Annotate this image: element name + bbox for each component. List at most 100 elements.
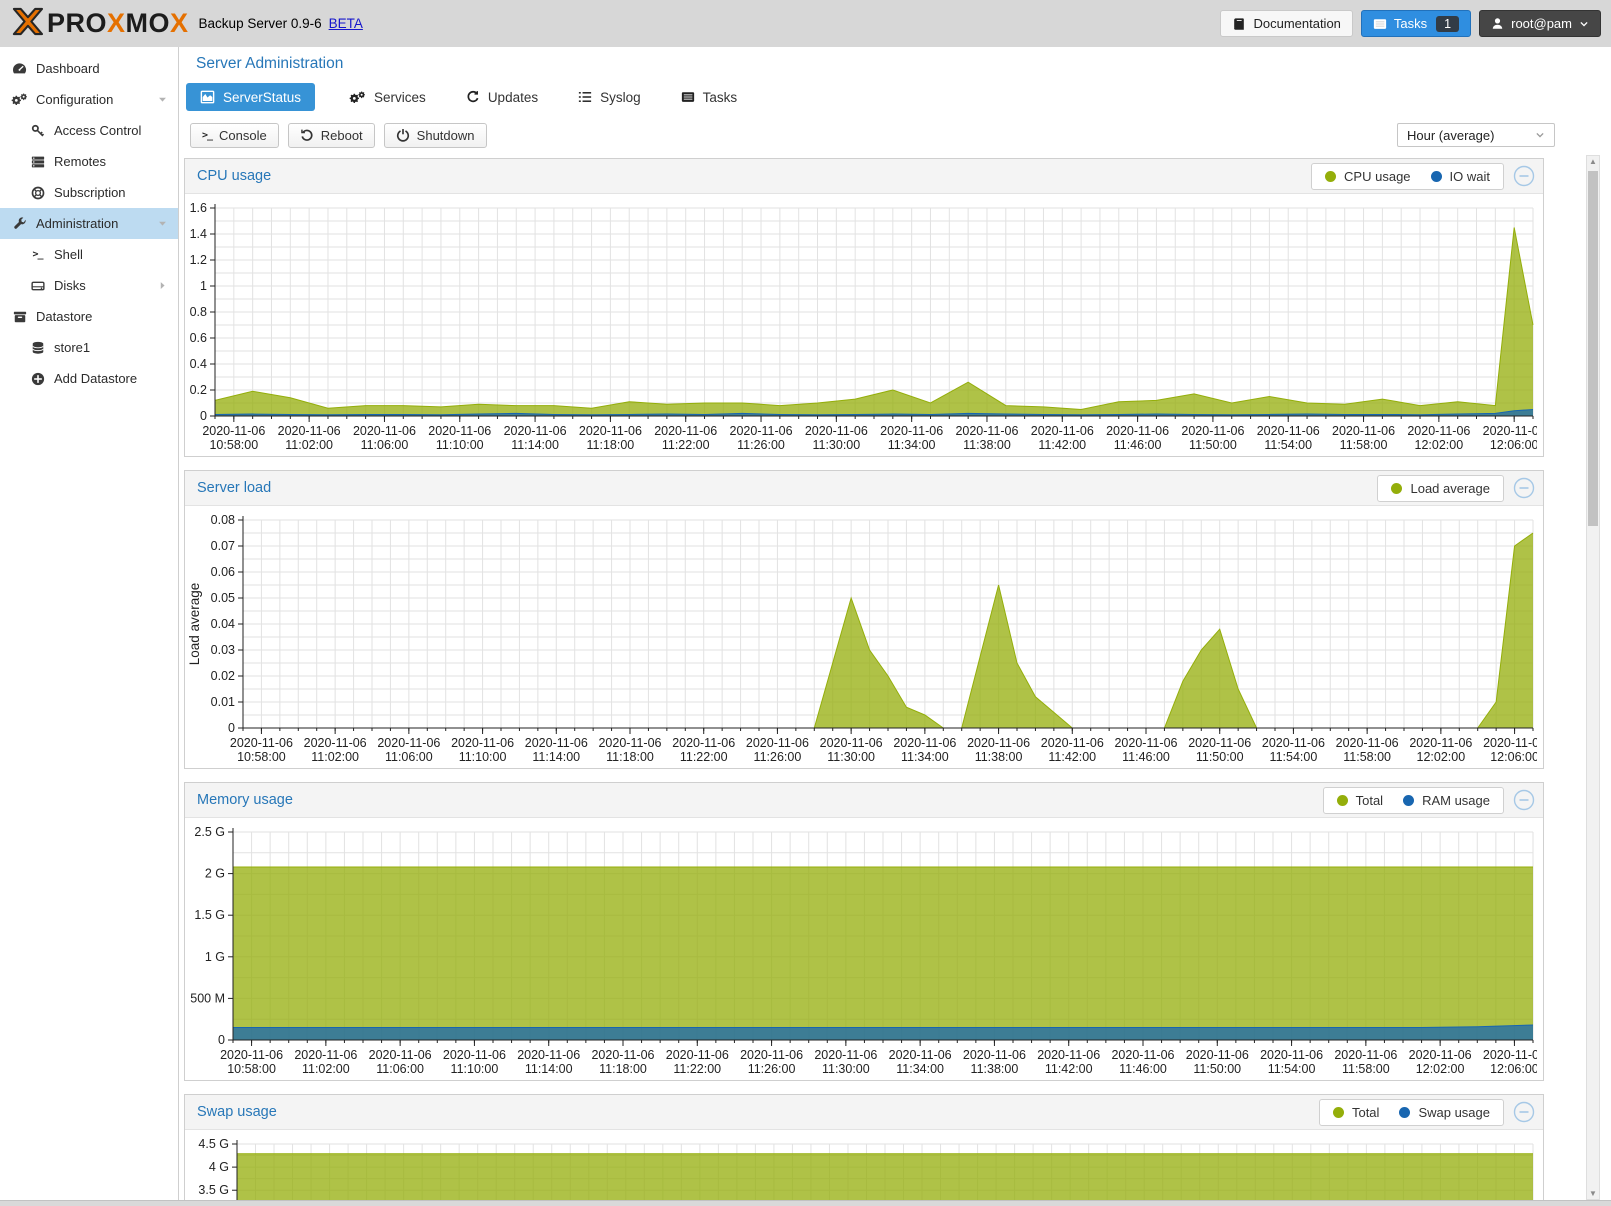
toolbar: >_ Console Reboot Shutdown Hour (average… [190, 122, 1611, 148]
svg-text:11:30:00: 11:30:00 [812, 438, 860, 452]
svg-text:12:06:00: 12:06:00 [1490, 438, 1537, 452]
user-icon [1491, 17, 1504, 30]
svg-text:11:30:00: 11:30:00 [822, 1062, 870, 1076]
sidebar-item-subscription[interactable]: Subscription [0, 177, 178, 208]
svg-text:2020-11-06: 2020-11-06 [967, 736, 1030, 750]
svg-text:2020-11-06: 2020-11-06 [304, 736, 367, 750]
legend-dot [1325, 171, 1336, 182]
scroll-down-arrow-icon[interactable]: ▼ [1587, 1189, 1599, 1198]
sidebar-item-label: Dashboard [36, 61, 100, 76]
svg-text:12:02:00: 12:02:00 [1415, 438, 1464, 452]
legend-item-total[interactable]: Total [1333, 1105, 1379, 1120]
svg-text:11:26:00: 11:26:00 [748, 1062, 796, 1076]
svg-text:2020-11-06: 2020-11-06 [1332, 424, 1395, 438]
legend-item-io-wait[interactable]: IO wait [1431, 169, 1490, 184]
sidebar-item-shell[interactable]: >_ Shell [0, 239, 178, 270]
svg-text:2020-11-06: 2020-11-06 [1181, 424, 1244, 438]
svg-text:11:14:00: 11:14:00 [532, 750, 580, 764]
svg-text:0.8: 0.8 [190, 305, 207, 319]
svg-text:4.5 G: 4.5 G [198, 1138, 229, 1151]
key-icon [28, 124, 47, 138]
sidebar-item-label: Access Control [54, 123, 141, 138]
plus-circle-icon [28, 372, 47, 386]
svg-text:11:42:00: 11:42:00 [1038, 438, 1086, 452]
sidebar-item-remotes[interactable]: Remotes [0, 146, 178, 177]
svg-text:2020-11-06: 2020-11-06 [1409, 1048, 1472, 1062]
svg-text:11:26:00: 11:26:00 [754, 750, 802, 764]
tab-services[interactable]: Services [343, 83, 432, 111]
sidebar-item-label: Subscription [54, 185, 126, 200]
svg-text:2020-11-06: 2020-11-06 [353, 424, 416, 438]
legend-dot [1431, 171, 1442, 182]
swap-usage-panel: Swap usage Total Swap usage 0500 M1 G1.5… [184, 1094, 1544, 1200]
svg-text:11:34:00: 11:34:00 [888, 438, 936, 452]
legend-item-load-average[interactable]: Load average [1391, 481, 1490, 496]
svg-text:11:50:00: 11:50:00 [1196, 750, 1244, 764]
svg-text:2020-11-06: 2020-11-06 [1483, 736, 1537, 750]
panel-header: Swap usage Total Swap usage [185, 1095, 1543, 1130]
sidebar-item-dashboard[interactable]: Dashboard [0, 53, 178, 84]
collapse-panel-button[interactable] [1513, 165, 1535, 187]
book-icon [1232, 17, 1246, 31]
console-button[interactable]: >_ Console [190, 123, 279, 148]
legend-item-ram-usage[interactable]: RAM usage [1403, 793, 1490, 808]
reboot-button[interactable]: Reboot [288, 123, 375, 148]
legend-item-cpu-usage[interactable]: CPU usage [1325, 169, 1410, 184]
documentation-button[interactable]: Documentation [1220, 10, 1352, 37]
tab-tasks[interactable]: Tasks [675, 83, 744, 111]
sidebar-item-datastore[interactable]: Datastore [0, 301, 178, 332]
svg-text:1 G: 1 G [205, 950, 225, 964]
sidebar-item-access-control[interactable]: Access Control [0, 115, 178, 146]
legend-dot [1403, 795, 1414, 806]
proxmox-logo: PROXMOX [10, 7, 189, 41]
shutdown-button[interactable]: Shutdown [384, 123, 487, 148]
sidebar-item-administration[interactable]: Administration [0, 208, 178, 239]
svg-text:2020-11-06: 2020-11-06 [1041, 736, 1104, 750]
svg-text:12:02:00: 12:02:00 [1417, 750, 1466, 764]
svg-text:11:02:00: 11:02:00 [285, 438, 333, 452]
tasks-button[interactable]: Tasks 1 [1361, 10, 1471, 37]
sidebar-item-label: Shell [54, 247, 83, 262]
tab-syslog[interactable]: Syslog [572, 83, 647, 111]
tab-updates[interactable]: Updates [460, 83, 544, 111]
svg-text:10:58:00: 10:58:00 [227, 1062, 276, 1076]
user-menu-button[interactable]: root@pam [1479, 10, 1601, 37]
svg-text:2020-11-06: 2020-11-06 [1262, 736, 1325, 750]
svg-text:2020-11-06: 2020-11-06 [893, 736, 956, 750]
svg-text:11:42:00: 11:42:00 [1045, 1062, 1093, 1076]
scroll-up-arrow-icon[interactable]: ▲ [1587, 157, 1599, 166]
collapse-panel-button[interactable] [1513, 477, 1535, 499]
memory-usage-panel: Memory usage Total RAM usage 0500 M1 G1.… [184, 782, 1544, 1081]
vertical-scrollbar[interactable]: ▲ ▼ [1586, 155, 1600, 1200]
svg-text:0.05: 0.05 [211, 591, 235, 605]
beta-link[interactable]: BETA [329, 16, 363, 31]
svg-text:11:18:00: 11:18:00 [606, 750, 654, 764]
svg-text:2020-11-06: 2020-11-06 [1409, 736, 1472, 750]
svg-text:4 G: 4 G [209, 1160, 229, 1174]
sidebar-item-disks[interactable]: Disks [0, 270, 178, 301]
sidebar-item-store1[interactable]: store1 [0, 332, 178, 363]
list-icon [578, 90, 592, 104]
page-title: Server Administration [196, 55, 1611, 73]
sidebar-item-configuration[interactable]: Configuration [0, 84, 178, 115]
tab-bar: ServerStatus Services Updates Syslog Tas… [186, 83, 1611, 111]
collapse-panel-button[interactable] [1513, 1101, 1535, 1123]
svg-text:1.2: 1.2 [190, 253, 207, 267]
svg-text:10:58:00: 10:58:00 [237, 750, 286, 764]
svg-text:2020-11-06: 2020-11-06 [1031, 424, 1094, 438]
sidebar-item-add-datastore[interactable]: Add Datastore [0, 363, 178, 394]
timeframe-select[interactable]: Hour (average) [1397, 123, 1555, 147]
collapse-panel-button[interactable] [1513, 789, 1535, 811]
scrollbar-thumb[interactable] [1588, 171, 1598, 526]
svg-text:2020-11-06: 2020-11-06 [1111, 1048, 1174, 1062]
archive-icon [10, 310, 29, 324]
server-list-icon [28, 155, 47, 169]
legend-item-total[interactable]: Total [1337, 793, 1383, 808]
chart-legend: Total RAM usage [1323, 787, 1504, 814]
tab-serverstatus[interactable]: ServerStatus [186, 83, 315, 111]
sidebar-item-label: Disks [54, 278, 86, 293]
svg-text:11:46:00: 11:46:00 [1122, 750, 1170, 764]
chevron-down-icon [1579, 19, 1589, 29]
svg-text:11:18:00: 11:18:00 [587, 438, 635, 452]
legend-item-swap-usage[interactable]: Swap usage [1399, 1105, 1490, 1120]
